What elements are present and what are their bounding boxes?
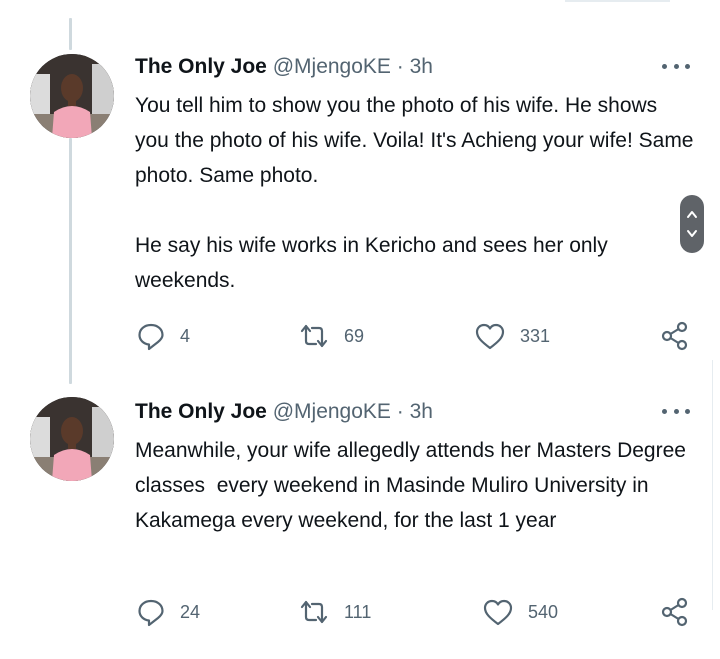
display-name[interactable]: The Only Joe [135,55,267,78]
heart-icon [475,323,505,350]
display-name[interactable]: The Only Joe [135,400,267,423]
share-button[interactable] [660,320,690,352]
thread-line-top [69,18,72,50]
top-divider [565,0,670,2]
right-edge-divider [712,360,720,610]
share-button[interactable] [660,596,690,628]
separator-dot: · [396,55,404,78]
reply-icon [138,323,164,351]
more-horizontal-icon [662,408,667,414]
retweet-count: 111 [344,601,372,622]
user-handle[interactable]: @MjengoKE [273,400,391,423]
tweet[interactable]: The Only Joe @MjengoKE · 3h You tell him… [0,52,720,362]
reply-count: 4 [180,325,191,346]
share-icon [661,321,688,351]
separator-dot: · [396,400,404,423]
tweet-header: The Only Joe @MjengoKE · 3h [135,52,433,82]
tweet-text: Meanwhile, your wife allegedly attends h… [135,439,692,532]
avatar[interactable] [30,54,114,138]
reply-icon [138,599,164,627]
like-button[interactable]: 540 [482,596,558,628]
more-options-button[interactable] [662,56,690,76]
avatar[interactable] [30,397,114,481]
timestamp[interactable]: 3h [410,55,433,78]
reply-count: 24 [180,601,201,622]
tweet-actions: 4 69 331 [0,320,720,352]
like-count: 540 [528,601,559,622]
retweet-button[interactable]: 69 [298,320,364,352]
retweet-icon [300,600,328,624]
tweet-actions: 24 111 540 [0,596,720,628]
share-icon [661,597,688,627]
user-handle[interactable]: @MjengoKE [273,55,391,78]
tweet[interactable]: The Only Joe @MjengoKE · 3h Meanwhile, y… [0,397,720,647]
scroll-up-down-icon [687,211,697,237]
retweet-count: 69 [344,325,365,346]
retweet-icon [300,324,328,348]
more-options-button[interactable] [662,401,690,421]
reply-button[interactable]: 24 [136,596,200,628]
tweet-text: You tell him to show you the photo of hi… [135,94,694,292]
timestamp[interactable]: 3h [410,400,433,423]
like-count: 331 [520,325,551,346]
more-horizontal-icon [662,63,667,69]
tweet-header: The Only Joe @MjengoKE · 3h [135,397,433,427]
heart-icon [483,599,513,626]
reply-button[interactable]: 4 [136,320,190,352]
retweet-button[interactable]: 111 [298,596,371,628]
scroll-handle[interactable] [680,195,704,253]
like-button[interactable]: 331 [474,320,550,352]
